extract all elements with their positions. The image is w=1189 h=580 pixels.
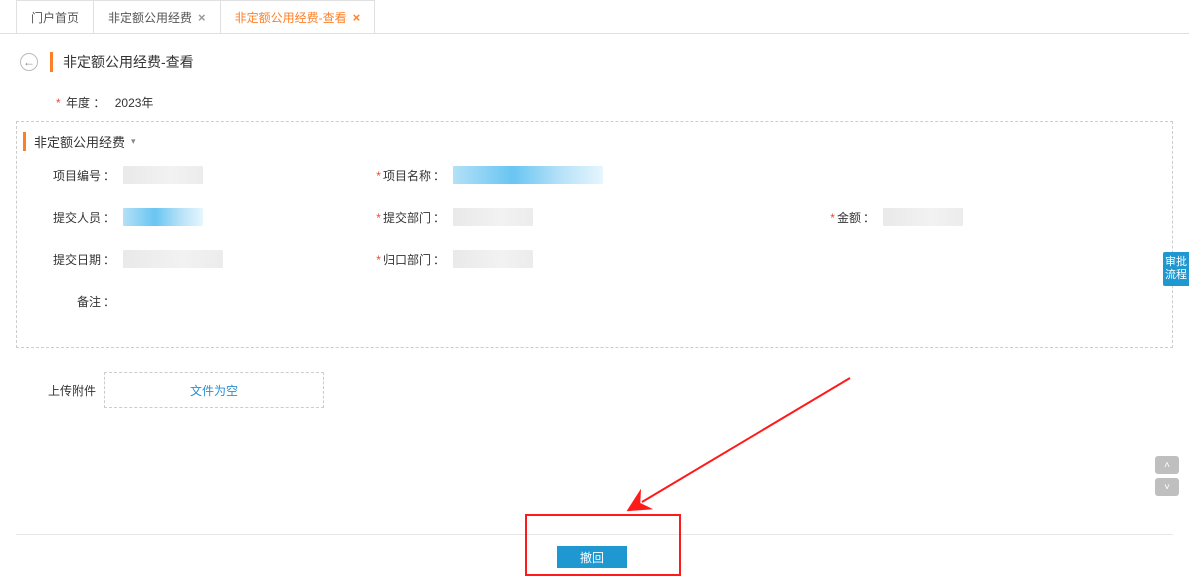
upload-box[interactable]: 文件为空	[104, 372, 324, 408]
close-icon[interactable]: ×	[353, 10, 361, 25]
tab-bar: 门户首页 非定额公用经费 × 非定额公用经费-查看 ×	[0, 0, 1189, 34]
year-value: 2023年	[115, 96, 154, 110]
tab-home[interactable]: 门户首页	[16, 0, 94, 33]
tab-fund[interactable]: 非定额公用经费 ×	[93, 0, 221, 33]
panel-header[interactable]: 非定额公用经费 ▾	[17, 122, 1172, 159]
form-area: 项目编号： *项目名称： 提交人员： *提交部门： *金额：	[17, 159, 1172, 347]
withdraw-button[interactable]: 撤回	[557, 546, 627, 568]
amount-label: 金额	[837, 211, 861, 225]
chevron-down-icon: ▾	[131, 136, 136, 147]
page-header: ← 非定额公用经费-查看	[0, 34, 1189, 86]
submit-dept-value	[453, 208, 533, 226]
tab-fund-view-label: 非定额公用经费-查看	[235, 9, 347, 26]
project-name-label: 项目名称	[383, 169, 431, 183]
year-label: 年度	[66, 96, 90, 110]
chevron-up-icon: ˄	[1164, 460, 1170, 471]
approval-flow-button[interactable]: 审批流程	[1163, 252, 1189, 286]
required-mark: *	[56, 96, 61, 110]
tab-fund-label: 非定额公用经费	[108, 9, 192, 26]
scroll-up-button[interactable]: ˄	[1155, 456, 1179, 474]
page-title: 非定额公用经费-查看	[50, 52, 194, 72]
chevron-down-icon: ˅	[1164, 482, 1170, 493]
remark-label: 备注	[77, 295, 101, 309]
bottom-divider	[16, 534, 1173, 535]
amount-value	[883, 208, 963, 226]
project-no-label: 项目编号	[53, 169, 101, 183]
submit-date-value	[123, 250, 223, 268]
owner-dept-label: 归口部门	[383, 253, 431, 267]
tab-home-label: 门户首页	[31, 9, 79, 26]
upload-label: 上传附件	[36, 382, 96, 399]
back-button[interactable]: ←	[20, 53, 38, 71]
owner-dept-value	[453, 250, 533, 268]
submitter-label: 提交人员	[53, 211, 101, 225]
scroll-down-button[interactable]: ˅	[1155, 478, 1179, 496]
submitter-value	[123, 208, 203, 226]
tab-fund-view[interactable]: 非定额公用经费-查看 ×	[220, 0, 376, 33]
upload-empty-text: 文件为空	[190, 382, 238, 399]
panel-title: 非定额公用经费	[34, 132, 125, 151]
upload-row: 上传附件 文件为空	[36, 372, 1189, 408]
scroll-buttons: ˄ ˅	[1155, 456, 1179, 500]
year-field: * 年度 ： 2023年	[0, 94, 1189, 111]
project-no-value	[123, 166, 203, 184]
fund-panel: 非定额公用经费 ▾ 项目编号： *项目名称： 提交人员： *提交部门：	[16, 121, 1173, 348]
submit-dept-label: 提交部门	[383, 211, 431, 225]
colon: ：	[93, 96, 105, 110]
submit-date-label: 提交日期	[53, 253, 101, 267]
arrow-left-icon: ←	[23, 55, 35, 69]
approval-flow-label: 审批流程	[1165, 256, 1187, 282]
close-icon[interactable]: ×	[198, 10, 206, 25]
project-name-value	[453, 166, 603, 184]
